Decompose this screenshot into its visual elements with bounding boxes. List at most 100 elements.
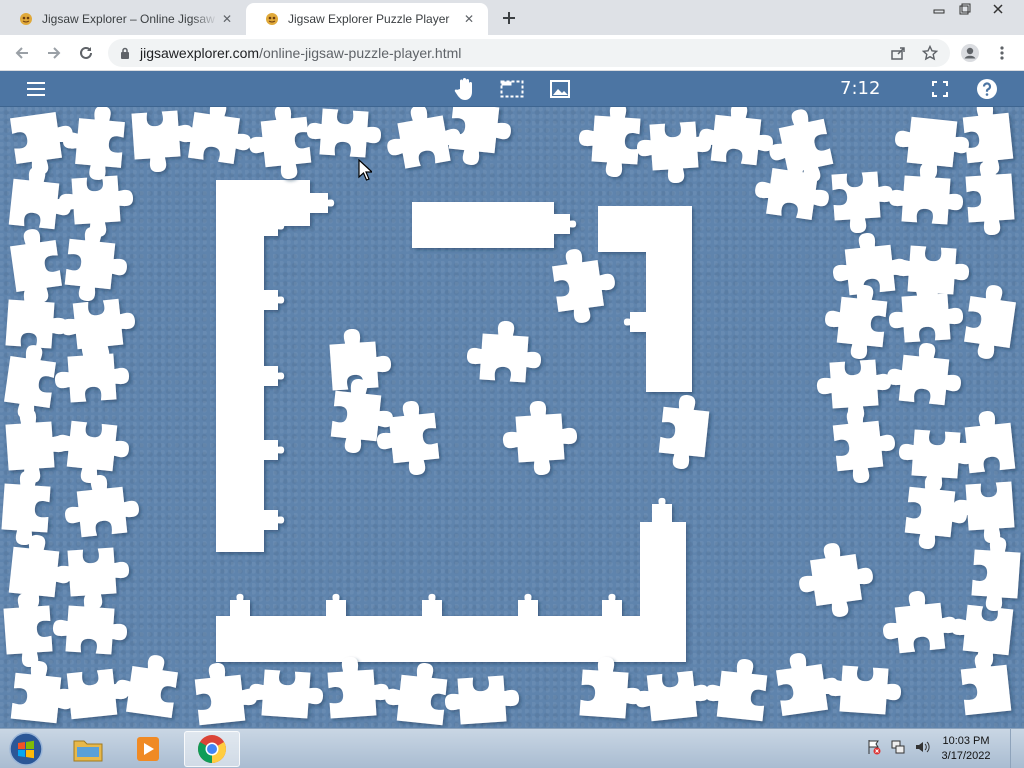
loose-puzzle-piece[interactable] — [0, 469, 51, 546]
assembled-bottom-edge[interactable] — [216, 616, 686, 662]
start-button[interactable] — [0, 731, 52, 767]
loose-puzzle-piece[interactable] — [60, 107, 126, 182]
assembled-edge-tab[interactable] — [326, 593, 346, 620]
loose-puzzle-piece[interactable] — [51, 419, 131, 486]
loose-puzzle-piece[interactable] — [247, 668, 324, 719]
loose-puzzle-piece[interactable] — [576, 107, 641, 179]
loose-puzzle-piece[interactable] — [305, 107, 382, 158]
maximize-window-button[interactable] — [952, 0, 978, 18]
media-player-icon — [137, 737, 159, 761]
assembled-edge-tab[interactable] — [422, 593, 442, 620]
action-center-flag-icon[interactable] — [866, 739, 882, 755]
assembled-edge-tab[interactable] — [308, 193, 335, 213]
loose-puzzle-piece[interactable] — [550, 244, 620, 326]
minimize-icon — [933, 9, 945, 14]
loose-puzzle-piece[interactable] — [52, 338, 130, 403]
loose-puzzle-piece[interactable] — [326, 654, 390, 719]
star-icon — [922, 45, 938, 61]
minimize-window-button[interactable] — [926, 0, 952, 18]
image-preview-button[interactable] — [547, 77, 573, 101]
share-button[interactable] — [886, 41, 910, 65]
help-icon — [977, 79, 997, 99]
help-button[interactable] — [974, 77, 1000, 101]
loose-puzzle-piece[interactable] — [697, 107, 777, 167]
network-icon[interactable] — [890, 739, 906, 755]
loose-puzzle-piece[interactable] — [5, 285, 69, 349]
assembled-edge-tab[interactable] — [230, 593, 250, 620]
loose-puzzle-piece[interactable] — [970, 535, 1021, 612]
puzzle-board[interactable] — [0, 107, 1024, 728]
close-window-button[interactable] — [984, 0, 1012, 18]
loose-puzzle-piece[interactable] — [633, 669, 712, 722]
fullscreen-button[interactable] — [927, 77, 953, 101]
loose-puzzle-piece[interactable] — [447, 107, 513, 169]
close-tab-icon[interactable]: ✕ — [460, 10, 478, 28]
taskbar-file-explorer[interactable] — [60, 731, 116, 767]
assembled-edge-tab[interactable] — [258, 440, 285, 460]
taskbar-media-player[interactable] — [120, 731, 176, 767]
loose-puzzle-piece[interactable] — [831, 170, 895, 234]
show-desktop-button[interactable] — [1010, 729, 1024, 768]
loose-puzzle-piece[interactable] — [879, 587, 959, 654]
loose-puzzle-piece[interactable] — [174, 107, 256, 166]
assembled-edge-tab[interactable] — [602, 593, 622, 620]
loose-puzzle-piece[interactable] — [703, 655, 769, 722]
loose-puzzle-piece[interactable] — [794, 538, 878, 622]
browser-menu-button[interactable] — [990, 41, 1014, 65]
loose-puzzle-piece[interactable] — [2, 591, 53, 668]
loose-puzzle-piece[interactable] — [951, 481, 1015, 545]
back-button[interactable] — [10, 41, 34, 65]
new-tab-button[interactable] — [497, 6, 521, 30]
volume-icon[interactable] — [914, 739, 930, 755]
puzzle-canvas[interactable] — [0, 107, 1024, 728]
loose-puzzle-piece[interactable] — [373, 399, 440, 479]
profile-button[interactable] — [958, 41, 982, 65]
tab-puzzle-player[interactable]: Jigsaw Explorer Puzzle Player ✕ — [246, 3, 488, 35]
assembled-edge-tab[interactable] — [550, 214, 577, 234]
loose-puzzle-piece[interactable] — [885, 339, 965, 406]
loose-puzzle-piece[interactable] — [947, 603, 1014, 669]
loose-puzzle-piece[interactable] — [63, 225, 130, 305]
select-area-button[interactable] — [499, 77, 525, 101]
assembled-edge-tab[interactable] — [652, 497, 672, 524]
loose-puzzle-piece[interactable] — [825, 664, 902, 715]
menu-icon — [27, 82, 45, 96]
chrome-icon — [198, 735, 226, 763]
loose-puzzle-piece[interactable] — [383, 659, 449, 726]
pan-tool-button[interactable] — [452, 77, 478, 101]
system-clock[interactable]: 10:03 PM 3/17/2022 — [936, 734, 996, 764]
assembled-edge-tab[interactable] — [258, 366, 285, 386]
more-vert-icon — [1000, 46, 1004, 60]
loose-puzzle-piece[interactable] — [579, 655, 643, 719]
loose-puzzle-piece[interactable] — [657, 393, 710, 472]
assembled-edge-tab[interactable] — [518, 593, 538, 620]
assembled-right-edge[interactable] — [646, 206, 692, 392]
bookmark-button[interactable] — [918, 41, 942, 65]
loose-puzzle-piece[interactable] — [465, 318, 543, 383]
reload-button[interactable] — [74, 41, 98, 65]
assembled-left-edge[interactable] — [216, 180, 264, 552]
loose-puzzle-piece[interactable] — [964, 159, 1015, 236]
address-bar[interactable]: jigsawexplorer.com/online-jigsaw-puzzle-… — [108, 39, 950, 67]
fullscreen-icon — [932, 81, 948, 97]
loose-puzzle-piece[interactable] — [245, 107, 312, 183]
loose-puzzle-piece[interactable] — [112, 650, 180, 718]
loose-puzzle-piece[interactable] — [443, 674, 520, 725]
assembled-top-middle-row[interactable] — [412, 202, 554, 248]
loose-puzzle-piece[interactable] — [831, 405, 898, 485]
assembled-edge-tab[interactable] — [258, 290, 285, 310]
forward-button[interactable] — [42, 41, 66, 65]
loose-puzzle-piece[interactable] — [500, 398, 579, 477]
loose-puzzle-piece[interactable] — [51, 590, 129, 655]
loose-puzzle-piece[interactable] — [962, 282, 1018, 362]
menu-button[interactable] — [23, 77, 49, 101]
taskbar-chrome[interactable] — [184, 731, 240, 767]
close-tab-icon[interactable]: ✕ — [218, 10, 236, 28]
loose-puzzle-piece[interactable] — [887, 160, 965, 225]
assembled-edge-tab[interactable] — [623, 312, 650, 332]
select-area-icon — [500, 80, 524, 98]
assembled-edge-tab[interactable] — [258, 510, 285, 530]
assembled-bottom-right-edge[interactable] — [640, 522, 686, 662]
loose-puzzle-piece[interactable] — [61, 471, 141, 538]
tab-jigsaw-explorer-home[interactable]: Jigsaw Explorer – Online Jigsaw Puzzles … — [0, 3, 246, 35]
